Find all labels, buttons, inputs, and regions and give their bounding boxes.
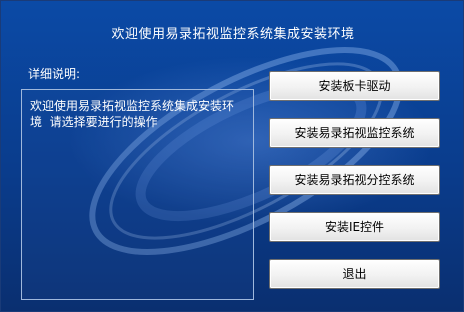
install-monitor-system-button[interactable]: 安装易录拓视监控系统 [269,118,440,148]
installer-window: 欢迎使用易录拓视监控系统集成安装环境 详细说明: 欢迎使用易录拓视监控系统集成安… [0,0,464,312]
details-label: 详细说明: [28,67,81,81]
details-text-box: 欢迎使用易录拓视监控系统集成安装环境 请选择要进行的操作 [21,89,254,300]
install-driver-button[interactable]: 安装板卡驱动 [269,71,440,101]
exit-button[interactable]: 退出 [269,259,440,289]
install-ie-control-button[interactable]: 安装IE控件 [269,212,440,242]
install-sub-monitor-system-button[interactable]: 安装易录拓视分控系统 [269,165,440,195]
window-title: 欢迎使用易录拓视监控系统集成安装环境 [111,27,355,42]
